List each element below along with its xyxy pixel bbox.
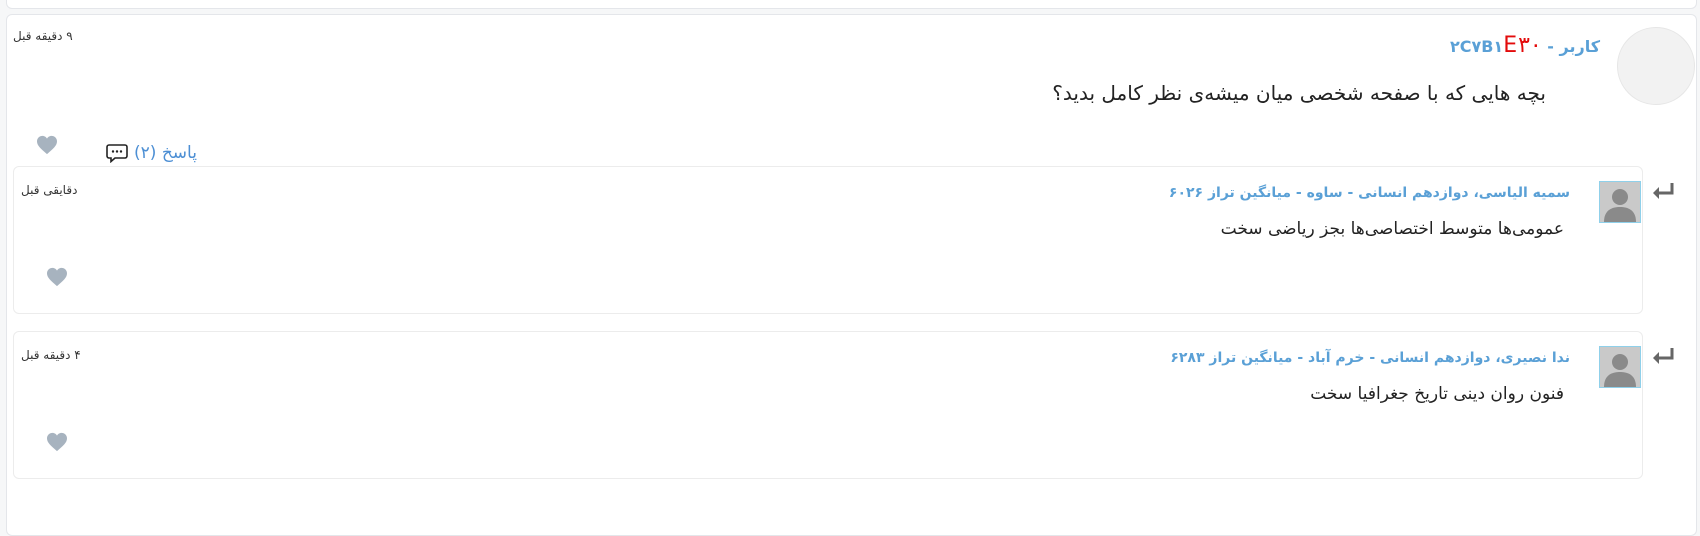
post-time: ۹ دقیقه قبل <box>13 29 73 43</box>
reply-count-label: پاسخ (۲) <box>134 143 197 163</box>
comment-card: کاربر - ۲C۷B۱E۳۰ ۹ دقیقه قبل بچه هایی که… <box>6 14 1697 536</box>
post-avatar[interactable] <box>1617 27 1695 105</box>
previous-card-edge <box>6 0 1697 9</box>
avatar-icon[interactable] <box>1599 346 1641 388</box>
reply-card: سمیه الیاسی، دوازدهم انسانی - ساوه - میا… <box>13 166 1643 314</box>
heart-icon[interactable] <box>46 432 68 452</box>
reply-author[interactable]: سمیه الیاسی، دوازدهم انسانی - ساوه - میا… <box>1169 185 1570 201</box>
reply-author[interactable]: ندا نصیری، دوازدهم انسانی - خرم آباد - م… <box>1170 350 1570 366</box>
reply-card: ندا نصیری، دوازدهم انسانی - خرم آباد - م… <box>13 331 1643 479</box>
author-code-blue: ۲C۷B۱ <box>1449 37 1504 56</box>
reply-arrow-icon <box>1653 183 1674 199</box>
author-code-red: E۳۰ <box>1503 33 1542 58</box>
post-author[interactable]: کاربر - ۲C۷B۱E۳۰ <box>1450 33 1600 58</box>
reply-arrow-icon <box>1653 348 1674 364</box>
reply-text: فنون روان دینی تاریخ جغرافیا سخت <box>1310 384 1564 404</box>
reply-count-link[interactable]: پاسخ (۲) <box>106 143 197 163</box>
author-prefix: کاربر - <box>1541 37 1600 56</box>
reply-text: عمومی‌ها متوسط اختصاصی‌ها بجز ریاضی سخت <box>1220 219 1564 239</box>
comment-icon <box>106 144 128 163</box>
reply-time: دقایقی قبل <box>21 183 78 197</box>
post-text: بچه هایی که با صفحه شخصی میان میشه‌ی نظر… <box>1052 81 1546 105</box>
reply-time: ۴ دقیقه قبل <box>21 348 81 362</box>
heart-icon[interactable] <box>46 267 68 287</box>
heart-icon[interactable] <box>36 135 58 155</box>
avatar-icon[interactable] <box>1599 181 1641 223</box>
